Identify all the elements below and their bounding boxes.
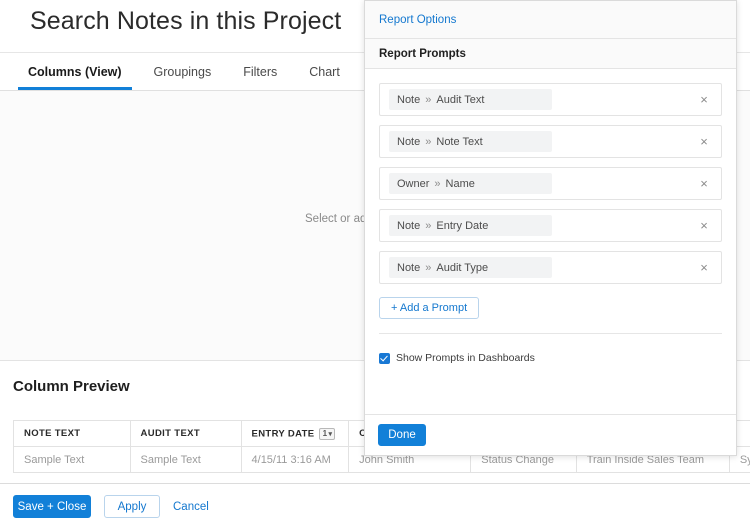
- prompt-object-label: Note: [397, 261, 421, 274]
- tab-report-options[interactable]: Report Options: [379, 14, 456, 26]
- prompt-field-chip[interactable]: Note » Audit Type: [389, 257, 552, 278]
- tab-chart[interactable]: Chart: [293, 53, 356, 90]
- page-title: Search Notes in this Project: [30, 7, 342, 35]
- canvas-placeholder-text: Select or add: [305, 213, 373, 225]
- column-header-label: ENTRY DATE: [251, 428, 315, 440]
- prompt-object-label: Note: [397, 93, 421, 106]
- chevron-right-icon: »: [425, 261, 432, 274]
- page-footer: Save + Close Apply Cancel: [0, 484, 750, 524]
- show-prompts-label: Show Prompts in Dashboards: [396, 352, 535, 364]
- close-icon[interactable]: ×: [697, 218, 711, 233]
- add-prompt-button[interactable]: + Add a Prompt: [379, 297, 480, 319]
- prompt-row[interactable]: Note » Audit Type ×: [379, 251, 722, 284]
- app-root: Search Notes in this Project Columns (Vi…: [0, 0, 750, 524]
- table-column-header[interactable]: NOTE TEXT: [13, 420, 131, 447]
- dialog-body: Note » Audit Text × Note » Note Text × Owner » Nam…: [365, 69, 736, 414]
- prompt-field-label: Name: [445, 177, 475, 190]
- sort-direction-caret-icon: ▾: [328, 430, 333, 438]
- tab-filters[interactable]: Filters: [227, 53, 293, 90]
- prompt-field-chip[interactable]: Note » Audit Text: [389, 89, 552, 110]
- table-cell: 4/15/11 3:16 AM: [240, 446, 350, 473]
- table-column-header[interactable]: ENTRY DATE 1 ▾: [240, 420, 350, 447]
- close-icon[interactable]: ×: [697, 92, 711, 107]
- prompt-field-label: Entry Date: [436, 219, 489, 232]
- table-cell: Sample Text: [129, 446, 242, 473]
- table-cell: Sample Text: [13, 446, 131, 473]
- prompt-row[interactable]: Note » Entry Date ×: [379, 209, 722, 242]
- tab-groupings[interactable]: Groupings: [138, 53, 228, 90]
- dialog-section-header: Report Prompts: [365, 39, 736, 69]
- prompt-object-label: Note: [397, 219, 421, 232]
- prompt-list: Note » Audit Text × Note » Note Text × Owner » Nam…: [379, 83, 722, 284]
- done-button[interactable]: Done: [378, 424, 426, 446]
- column-preview-title: Column Preview: [13, 378, 130, 395]
- chevron-right-icon: »: [425, 219, 432, 232]
- prompt-row[interactable]: Note » Note Text ×: [379, 125, 722, 158]
- prompt-row[interactable]: Owner » Name ×: [379, 167, 722, 200]
- prompt-field-chip[interactable]: Note » Entry Date: [389, 215, 552, 236]
- dialog-divider: [379, 333, 722, 334]
- prompt-row[interactable]: Note » Audit Text ×: [379, 83, 722, 116]
- save-and-close-button[interactable]: Save + Close: [13, 495, 91, 518]
- chevron-right-icon: »: [434, 177, 441, 190]
- prompt-field-label: Note Text: [436, 135, 483, 148]
- prompt-field-chip[interactable]: Owner » Name: [389, 173, 552, 194]
- prompt-field-chip[interactable]: Note » Note Text: [389, 131, 552, 152]
- prompt-object-label: Owner: [397, 177, 430, 190]
- table-column-header[interactable]: AUDIT TEXT: [129, 420, 242, 447]
- chevron-right-icon: »: [425, 93, 432, 106]
- close-icon[interactable]: ×: [697, 176, 711, 191]
- tab-columns-view[interactable]: Columns (View): [12, 53, 138, 90]
- dialog-footer: Done: [365, 414, 736, 455]
- prompt-object-label: Note: [397, 135, 421, 148]
- column-header-label: AUDIT TEXT: [140, 428, 200, 439]
- sort-order-badge[interactable]: 1 ▾: [319, 427, 336, 440]
- prompt-field-label: Audit Text: [436, 93, 485, 106]
- sort-order-number: 1: [322, 429, 328, 438]
- dialog-tab-strip: Report Options: [365, 1, 736, 39]
- dialog-section-title: Report Prompts: [379, 47, 466, 60]
- chevron-right-icon: »: [425, 135, 432, 148]
- close-icon[interactable]: ×: [697, 260, 711, 275]
- apply-button[interactable]: Apply: [104, 495, 160, 518]
- close-icon[interactable]: ×: [697, 134, 711, 149]
- column-header-label: NOTE TEXT: [24, 428, 81, 439]
- report-options-dialog: Report Options Report Prompts Note » Audit…: [364, 0, 737, 456]
- cancel-button[interactable]: Cancel: [173, 495, 209, 518]
- show-prompts-row[interactable]: Show Prompts in Dashboards: [379, 352, 722, 364]
- prompt-field-label: Audit Type: [436, 261, 489, 274]
- show-prompts-checkbox[interactable]: [379, 352, 390, 364]
